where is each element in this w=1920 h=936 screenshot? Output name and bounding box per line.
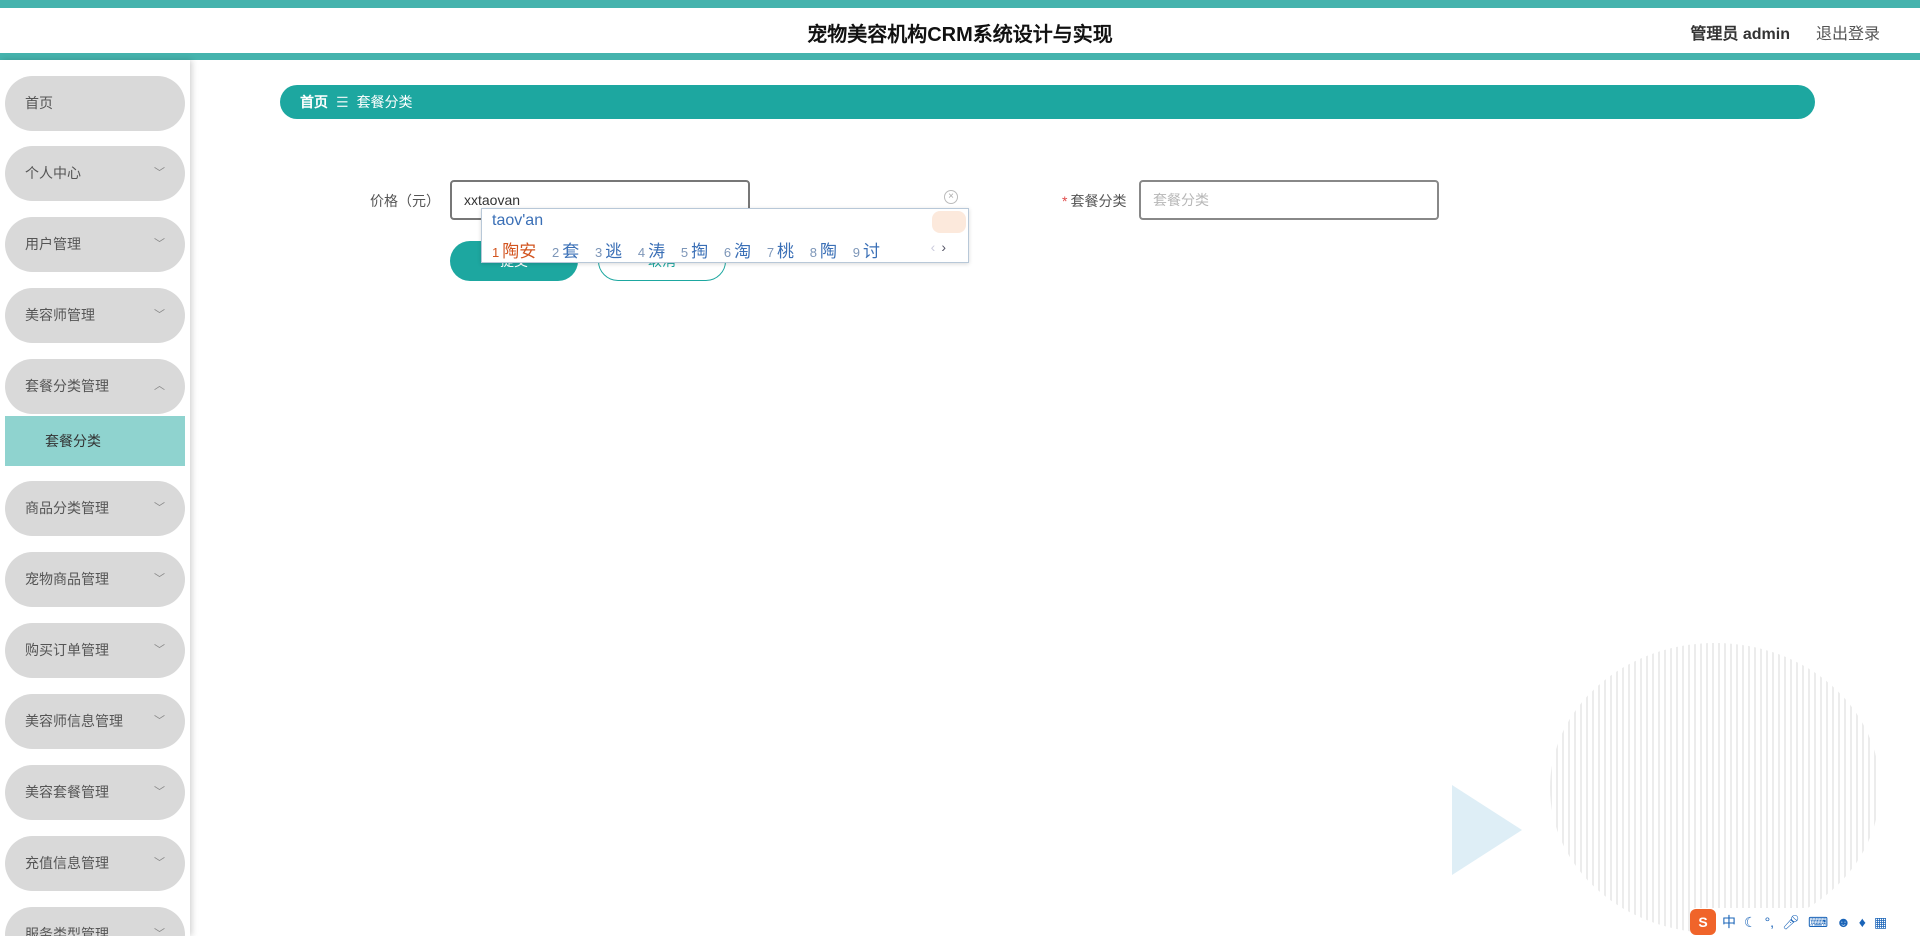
watermark-triangle-icon <box>1452 785 1522 875</box>
ime-candidate[interactable]: 3逃 <box>595 237 622 262</box>
ime-candidate[interactable]: 5掏 <box>681 237 708 262</box>
ime-candidate[interactable]: 1 陶安 <box>492 237 536 262</box>
sidebar-item-label: 美容师管理 <box>25 307 95 323</box>
ime-candidate[interactable]: 4涛 <box>638 237 665 262</box>
ime-candidate-list: 1 陶安 2套 3逃 4涛 5掏 6淘 7桃 8陶 9讨 <box>492 237 891 262</box>
sidebar-item-product-categories[interactable]: 商品分类管理 ﹀ <box>5 481 185 536</box>
sidebar-item-label: 个人中心 <box>25 165 81 181</box>
sidebar-item-label: 套餐分类管理 <box>25 378 109 394</box>
punctuation-icon[interactable]: °, <box>1765 914 1775 930</box>
sidebar-item-beautician-info[interactable]: 美容师信息管理 ﹀ <box>5 694 185 749</box>
sidebar-item-users[interactable]: 用户管理 ﹀ <box>5 217 185 272</box>
sidebar-item-beauty-packages[interactable]: 美容套餐管理 ﹀ <box>5 765 185 820</box>
user-icon[interactable]: ☻ <box>1836 914 1851 930</box>
watermark-logo-icon <box>1550 643 1880 933</box>
sidebar-item-personal-center[interactable]: 个人中心 ﹀ <box>5 146 185 201</box>
chevron-down-icon: ﹀ <box>154 309 165 321</box>
sidebar-item-label: 服务类型管理 <box>25 926 109 936</box>
category-label-text: 套餐分类 <box>1070 193 1127 209</box>
ime-page-arrows: ‹ › <box>931 239 946 255</box>
chevron-down-icon: ﹀ <box>154 786 165 798</box>
sidebar-item-label: 充值信息管理 <box>25 855 109 871</box>
ime-candidate[interactable]: 2套 <box>552 237 579 262</box>
app-title: 宠物美容机构CRM系统设计与实现 <box>807 24 1113 46</box>
chevron-down-icon: ﹀ <box>154 502 165 514</box>
ime-candidate[interactable]: 9讨 <box>853 237 880 262</box>
sidebar-item-recharge-info[interactable]: 充值信息管理 ﹀ <box>5 836 185 891</box>
sidebar-item-label: 购买订单管理 <box>25 642 109 658</box>
sidebar-item-label: 宠物商品管理 <box>25 571 109 587</box>
sidebar-item-label: 美容套餐管理 <box>25 784 109 800</box>
chevron-down-icon: ﹀ <box>154 644 165 656</box>
logout-link[interactable]: 退出登录 <box>1816 20 1880 44</box>
ime-prev-page-icon[interactable]: ‹ <box>931 239 936 255</box>
sidebar-item-home[interactable]: 首页 <box>5 76 185 131</box>
sidebar-item-package-categories[interactable]: 套餐分类管理 ︿ <box>5 359 185 414</box>
skin-icon[interactable]: ♦ <box>1859 914 1866 930</box>
sidebar-item-service-types[interactable]: 服务类型管理 ﹀ <box>5 907 185 936</box>
sidebar-subitem-package-category[interactable]: 套餐分类 <box>5 416 185 466</box>
chevron-up-icon: ︿ <box>154 380 165 392</box>
grid-menu-icon[interactable]: ▦ <box>1874 914 1887 930</box>
chevron-down-icon: ﹀ <box>154 573 165 585</box>
ime-composition: taov'an <box>492 212 544 229</box>
chevron-down-icon: ﹀ <box>154 928 165 936</box>
sidebar-item-label: 首页 <box>25 95 53 111</box>
ime-next-page-icon[interactable]: › <box>941 239 946 255</box>
chevron-down-icon: ﹀ <box>154 238 165 250</box>
required-mark: * <box>1062 193 1068 209</box>
moon-icon[interactable]: ☾ <box>1744 914 1757 930</box>
sidebar-item-label: 用户管理 <box>25 236 81 252</box>
current-user-label: 管理员 admin <box>1690 26 1790 43</box>
ime-candidate[interactable]: 6淘 <box>724 237 751 262</box>
clear-input-icon[interactable]: × <box>944 190 958 204</box>
chevron-down-icon: ﹀ <box>154 167 165 179</box>
microphone-icon[interactable]: 🎤︎ <box>1782 914 1800 930</box>
sidebar-item-beauticians[interactable]: 美容师管理 ﹀ <box>5 288 185 343</box>
keyboard-icon[interactable]: ⌨ <box>1808 914 1828 930</box>
breadcrumb-menu-icon: ☰ <box>336 94 349 110</box>
price-label: 价格（元） <box>370 193 440 209</box>
breadcrumb-current: 套餐分类 <box>356 94 413 110</box>
category-input[interactable]: 套餐分类 <box>1139 180 1439 220</box>
ime-candidate-popup: taov'an 1 陶安 2套 3逃 4涛 5掏 6淘 7桃 8陶 9讨 ‹ › <box>481 208 969 263</box>
ime-status-tray: S 中 ☾ °, 🎤︎ ⌨ ☻ ♦ ▦ <box>1690 908 1920 936</box>
sogou-ime-icon[interactable]: S <box>1690 909 1716 935</box>
language-mode-indicator[interactable]: 中 <box>1722 914 1736 930</box>
sidebar-item-label: 美容师信息管理 <box>25 713 123 729</box>
breadcrumb: 首页 ☰ 套餐分类 <box>280 85 1815 119</box>
sidebar-item-pet-products[interactable]: 宠物商品管理 ﹀ <box>5 552 185 607</box>
chevron-down-icon: ﹀ <box>154 857 165 869</box>
category-label: * 套餐分类 <box>1062 191 1126 211</box>
sogou-logo-icon <box>932 211 966 233</box>
chevron-down-icon: ﹀ <box>154 715 165 727</box>
ime-candidate[interactable]: 7桃 <box>767 237 794 262</box>
sidebar-item-purchase-orders[interactable]: 购买订单管理 ﹀ <box>5 623 185 678</box>
breadcrumb-home-link[interactable]: 首页 <box>300 94 328 110</box>
sidebar: 首页 个人中心 ﹀ 用户管理 ﹀ 美容师管理 ﹀ 套餐分类管理 ︿ 套餐分类 商品分类管… <box>0 60 190 936</box>
sidebar-item-label: 商品分类管理 <box>25 500 109 516</box>
top-header: 宠物美容机构CRM系统设计与实现 管理员 admin 退出登录 <box>0 0 1920 60</box>
ime-candidate[interactable]: 8陶 <box>810 237 837 262</box>
